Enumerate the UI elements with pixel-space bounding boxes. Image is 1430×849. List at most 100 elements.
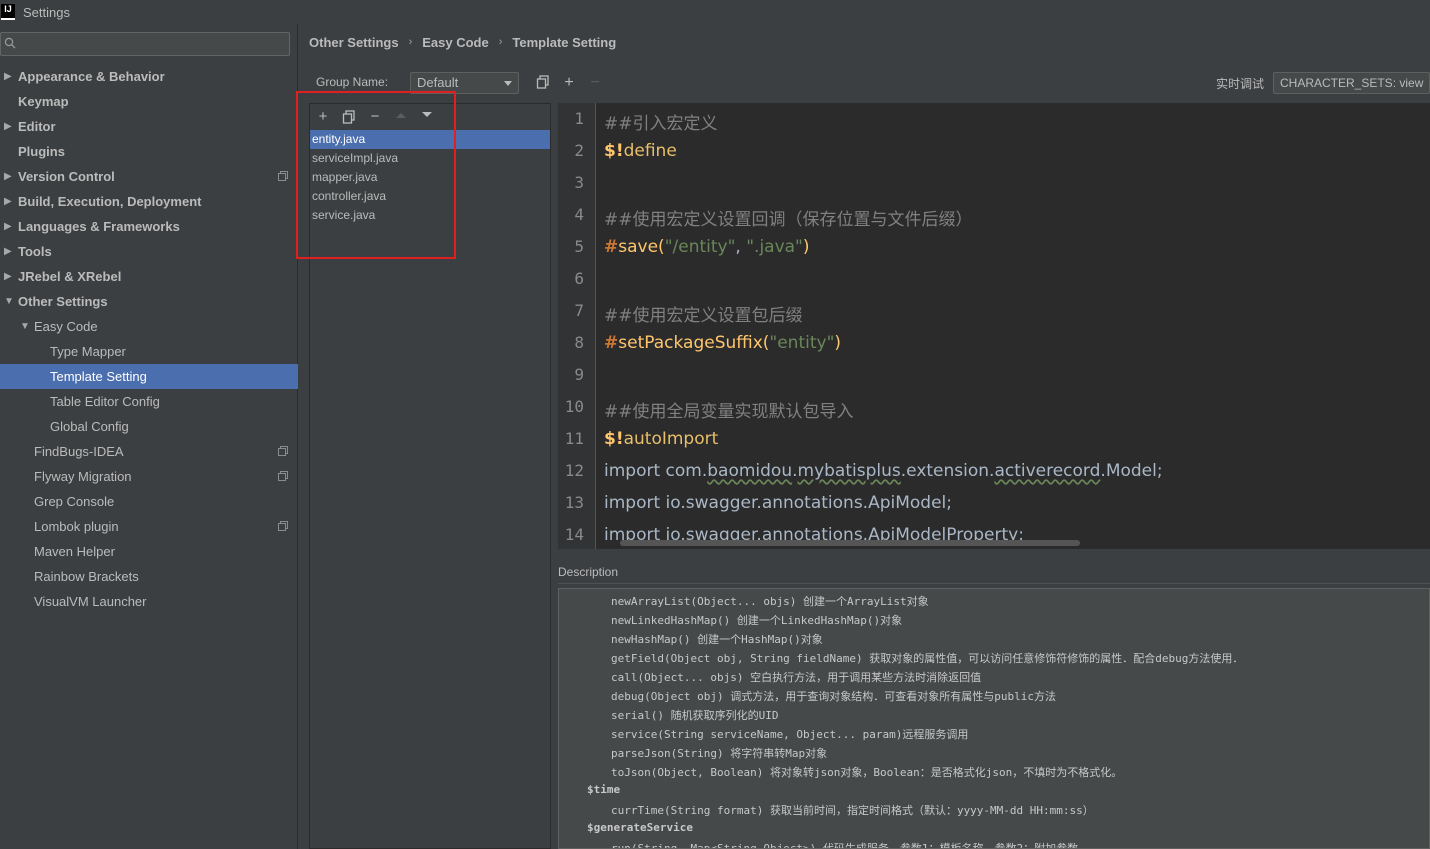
description-panel: newArrayList(Object... objs) 创建一个ArrayLi…: [558, 588, 1430, 849]
copy-group-button[interactable]: [535, 75, 551, 91]
sidebar-item-template-setting[interactable]: Template Setting: [0, 364, 298, 389]
sidebar-item-build-execution-deployment[interactable]: ▶ Build, Execution, Deployment: [0, 189, 298, 214]
expanded-arrow-icon[interactable]: ▼: [4, 289, 16, 314]
code-line[interactable]: #save("/entity", ".java"): [604, 237, 810, 257]
sidebar-item-version-control[interactable]: ▶ Version Control: [0, 164, 298, 189]
collapsed-arrow-icon[interactable]: ▶: [4, 239, 16, 264]
sidebar-item-keymap[interactable]: Keymap: [0, 89, 298, 114]
collapsed-arrow-icon[interactable]: ▶: [4, 64, 16, 89]
realtime-debug-value: CHARACTER_SETS: view: [1280, 76, 1424, 90]
code-token: ): [834, 333, 842, 353]
sidebar-item-findbugs-idea[interactable]: FindBugs-IDEA: [0, 439, 298, 464]
remove-group-button[interactable]: −: [587, 75, 603, 91]
sidebar-item-tools[interactable]: ▶ Tools: [0, 239, 298, 264]
description-line: newLinkedHashMap() 创建一个LinkedHashMap()对象: [611, 614, 903, 627]
group-name-select[interactable]: Default: [410, 72, 519, 94]
template-file-serviceimpl-java[interactable]: serviceImpl.java: [310, 149, 550, 168]
template-file-toolbar: + −: [310, 104, 550, 130]
sidebar-item-grep-console[interactable]: Grep Console: [0, 489, 298, 514]
group-name-value: Default: [417, 75, 459, 90]
copy-template-button[interactable]: [341, 109, 357, 125]
line-number: 12: [564, 461, 584, 480]
sidebar-item-label: Easy Code: [34, 319, 98, 334]
sidebar-item-plugins[interactable]: Plugins: [0, 139, 298, 164]
sidebar-item-label: Maven Helper: [34, 544, 115, 559]
code-line[interactable]: ##使用宏定义设置回调（保存位置与文件后缀）: [604, 205, 973, 230]
sidebar-item-rainbow-brackets[interactable]: Rainbow Brackets: [0, 564, 298, 589]
code-line[interactable]: #setPackageSuffix("entity"): [604, 333, 841, 353]
description-line: call(Object... objs) 空白执行方法，用于调用某些方法时消除返…: [611, 671, 982, 684]
settings-sidebar: ▶ Appearance & Behavior Keymap ▶ Editor Plugi…: [0, 24, 298, 849]
code-token: ##使用宏定义设置回调（保存位置与文件后缀）: [604, 210, 973, 230]
add-group-button[interactable]: +: [561, 75, 577, 91]
template-code-editor[interactable]: 1 2 3 4 5 6 7 8 9 10 11 12 13 14 ##引入宏定义 $!define ##使用宏…: [558, 103, 1430, 549]
horizontal-scrollbar[interactable]: [620, 540, 1080, 546]
code-line[interactable]: import com.baomidou.mybatisplus.extensio…: [604, 461, 1163, 481]
code-token: "/entity": [664, 237, 736, 257]
realtime-debug-select[interactable]: CHARACTER_SETS: view: [1273, 72, 1430, 94]
code-token: setPackageSuffix: [618, 333, 763, 353]
expanded-arrow-icon[interactable]: ▼: [20, 314, 32, 339]
sidebar-item-other-settings[interactable]: ▼ Other Settings: [0, 289, 298, 314]
chevron-down-icon: [504, 81, 512, 86]
code-line[interactable]: $!define: [604, 141, 677, 161]
code-token: ): [802, 237, 810, 257]
collapsed-arrow-icon[interactable]: ▶: [4, 114, 16, 139]
settings-search-input[interactable]: [0, 32, 290, 56]
template-file-list: entity.java serviceImpl.java mapper.java co…: [310, 130, 550, 225]
project-level-icon: [278, 446, 288, 456]
description-line: debug(Object obj) 调式方法，用于查询对象结构．可查看对象所有属…: [611, 690, 1056, 703]
move-up-button[interactable]: [393, 109, 409, 125]
collapsed-arrow-icon[interactable]: ▶: [4, 189, 16, 214]
description-line: newHashMap() 创建一个HashMap()对象: [611, 633, 823, 646]
move-down-button[interactable]: [419, 109, 435, 125]
project-level-icon: [278, 521, 288, 531]
code-line[interactable]: ##引入宏定义: [604, 109, 718, 134]
template-file-entity-java[interactable]: entity.java: [310, 130, 550, 149]
sidebar-item-table-editor-config[interactable]: Table Editor Config: [0, 389, 298, 414]
sidebar-item-label: Other Settings: [18, 294, 108, 309]
sidebar-item-label: JRebel & XRebel: [18, 269, 122, 284]
breadcrumb: Other Settings › Easy Code › Template Settin…: [309, 33, 616, 51]
code-token: save: [618, 237, 659, 257]
sidebar-item-maven-helper[interactable]: Maven Helper: [0, 539, 298, 564]
sidebar-item-visualvm-launcher[interactable]: VisualVM Launcher: [0, 589, 298, 614]
add-template-button[interactable]: +: [315, 109, 331, 125]
collapsed-arrow-icon[interactable]: ▶: [4, 164, 16, 189]
code-line[interactable]: ##使用宏定义设置包后缀: [604, 301, 803, 326]
line-number: 13: [564, 493, 584, 512]
sidebar-item-easy-code[interactable]: ▼ Easy Code: [0, 314, 298, 339]
collapsed-arrow-icon[interactable]: ▶: [4, 264, 16, 289]
sidebar-item-appearance-behavior[interactable]: ▶ Appearance & Behavior: [0, 64, 298, 89]
description-line: toJson(Object, Boolean) 将对象转json对象，Boole…: [611, 766, 1123, 779]
project-level-icon: [278, 171, 288, 181]
collapsed-arrow-icon[interactable]: ▶: [4, 214, 16, 239]
code-token: mybatisplus: [797, 461, 901, 481]
copy-icon: [342, 110, 355, 124]
sidebar-item-label: Table Editor Config: [50, 394, 160, 409]
title-bar: IJ Settings: [0, 0, 1430, 24]
breadcrumb-item-other-settings: Other Settings: [309, 34, 399, 50]
code-token: ,: [735, 237, 747, 257]
code-line[interactable]: import io.swagger.annotations.ApiModel;: [604, 493, 952, 513]
code-line[interactable]: ##使用全局变量实现默认包导入: [604, 397, 854, 422]
minus-icon: −: [590, 74, 600, 91]
template-file-service-java[interactable]: service.java: [310, 206, 550, 225]
sidebar-item-jrebel-xrebel[interactable]: ▶ JRebel & XRebel: [0, 264, 298, 289]
code-line[interactable]: $!autoImport: [604, 429, 718, 449]
sidebar-item-global-config[interactable]: Global Config: [0, 414, 298, 439]
sidebar-item-label: FindBugs-IDEA: [34, 444, 124, 459]
description-line: getField(Object obj, String fieldName) 获…: [611, 652, 1244, 665]
remove-template-button[interactable]: −: [367, 109, 383, 125]
description-line: $time: [587, 783, 621, 796]
template-file-controller-java[interactable]: controller.java: [310, 187, 550, 206]
code-token: ".java": [746, 237, 803, 257]
sidebar-item-label: Template Setting: [50, 369, 147, 384]
sidebar-item-lombok-plugin[interactable]: Lombok plugin: [0, 514, 298, 539]
code-token: $!: [604, 429, 624, 449]
sidebar-item-type-mapper[interactable]: Type Mapper: [0, 339, 298, 364]
sidebar-item-languages-frameworks[interactable]: ▶ Languages & Frameworks: [0, 214, 298, 239]
sidebar-item-flyway-migration[interactable]: Flyway Migration: [0, 464, 298, 489]
template-file-mapper-java[interactable]: mapper.java: [310, 168, 550, 187]
sidebar-item-editor[interactable]: ▶ Editor: [0, 114, 298, 139]
